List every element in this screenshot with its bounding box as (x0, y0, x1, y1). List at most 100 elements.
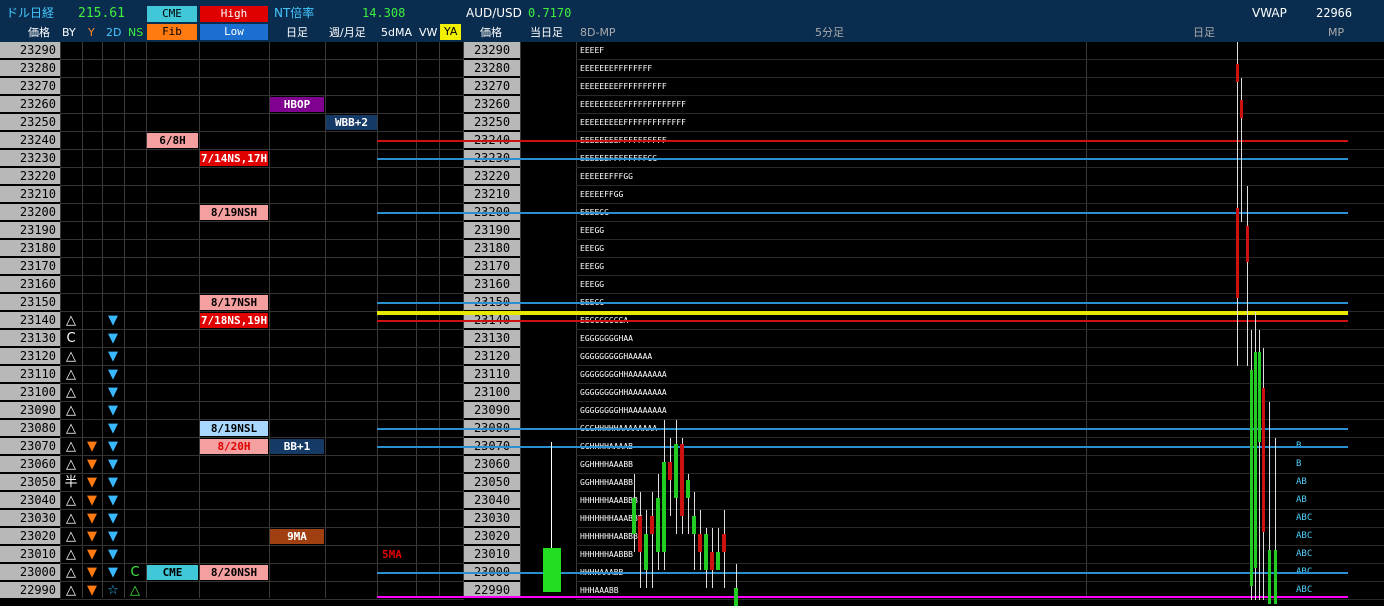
price-cell-center: 23260 (464, 96, 520, 113)
col-daily: 日足 (286, 26, 308, 39)
price-cell-left: 23000 (0, 564, 60, 581)
2d-mark: ▼ (108, 403, 118, 418)
grid-row-line (60, 257, 464, 258)
candle-body (680, 444, 684, 516)
grid-row-line (60, 239, 464, 240)
tpo-row: GGGGGGGGHHAAAAAAAA (580, 388, 667, 397)
col-5min: 5分足 (815, 26, 844, 39)
by-mark: △ (66, 529, 76, 544)
tpo-row: EEEEEEEEFFFFFFFFFF (580, 82, 667, 91)
2d-mark: ▼ (108, 331, 118, 346)
2d-mark: ▼ (108, 457, 118, 472)
price-cell-center: 23220 (464, 168, 520, 185)
col-2d: 2D (106, 26, 122, 39)
price-cell-left: 23150 (0, 294, 60, 311)
grid-row-line (60, 95, 464, 96)
ns-mark: C (130, 565, 140, 580)
tag-wbb2: WBB+2 (326, 115, 377, 130)
col-5dma: 5dMA (381, 26, 412, 39)
by-mark: △ (66, 349, 76, 364)
grid-row-line-right (576, 185, 1384, 186)
tag-cme: CME (147, 565, 198, 580)
grid-row-line-right (576, 149, 1384, 150)
candle-body (632, 498, 636, 534)
grid-row-line-right (576, 329, 1384, 330)
grid-row-line-right (576, 221, 1384, 222)
by-mark: △ (66, 493, 76, 508)
candle-body (734, 588, 738, 606)
price-cell-center: 23280 (464, 60, 520, 77)
by-mark: △ (66, 547, 76, 562)
2d-mark: ▼ (108, 385, 118, 400)
grid-row-line-right (576, 293, 1384, 294)
price-cell-left: 23190 (0, 222, 60, 239)
tpo-row: EEEEEEEFFFFFFFF (580, 64, 653, 73)
grid-row-line (60, 293, 464, 294)
2d-mark: ▼ (108, 493, 118, 508)
yellow-va-line (377, 311, 1348, 315)
grid-row-line-right (576, 131, 1384, 132)
mp-row: ABC (1296, 513, 1313, 523)
2d-mark: ▼ (108, 439, 118, 454)
tpo-row: HHHHHHHAABBB (580, 532, 638, 541)
grid-row-line (60, 131, 464, 132)
high-button[interactable]: High (200, 6, 268, 22)
by-mark: △ (66, 457, 76, 472)
grid-row-line-right (576, 77, 1384, 78)
price-cell-center: 23010 (464, 546, 520, 563)
tag-8-19nsl: 8/19NSL (200, 421, 268, 436)
price-cell-left: 23040 (0, 492, 60, 509)
tpo-row: GGGGGGGGHHAAAAAAAA (580, 406, 667, 415)
grid-row-line-right (576, 167, 1384, 168)
price-cell-left: 23070 (0, 438, 60, 455)
low-button[interactable]: Low (200, 24, 268, 40)
candle-body (692, 516, 696, 534)
price-cell-left: 23170 (0, 258, 60, 275)
grid-row-line (60, 77, 464, 78)
daily-candle-body (1262, 388, 1265, 532)
tag-7-18ns: 7/18NS,19H (200, 313, 268, 328)
2d-mark: ▼ (108, 511, 118, 526)
price-cell-center: 23100 (464, 384, 520, 401)
col-ya-button[interactable]: YA (440, 24, 462, 40)
grid-row-line (60, 167, 464, 168)
cme-button[interactable]: CME (147, 6, 197, 22)
blue-level-line (377, 572, 1348, 574)
price-cell-left: 22990 (0, 582, 60, 599)
price-cell-left: 23100 (0, 384, 60, 401)
price-cell-center: 23210 (464, 186, 520, 203)
candle-body (716, 552, 720, 570)
y-mark: ▼ (87, 565, 97, 580)
tag-hbop: HBOP (270, 97, 324, 112)
blue-level-line (377, 212, 1348, 214)
candle-body (686, 480, 690, 498)
price-cell-left: 23020 (0, 528, 60, 545)
daily-candle-wick (1247, 186, 1248, 366)
mp-row: AB (1296, 477, 1307, 487)
audusd-value: 0.7170 (528, 6, 572, 20)
price-cell-left: 23130 (0, 330, 60, 347)
tpo-row: GGHHHHAAABB (580, 478, 633, 487)
nt-ratio-label: NT倍率 (274, 6, 315, 20)
candle-body (698, 534, 702, 552)
grid-row-line (60, 149, 464, 150)
y-mark: ▼ (87, 457, 97, 472)
tpo-row: EEEEEEEEEFFFFFFFFFFFFF (580, 118, 686, 127)
2d-mark: ☆ (107, 583, 119, 598)
fib-button[interactable]: Fib (147, 24, 197, 40)
by-mark: C (66, 331, 76, 346)
candle-body (662, 462, 666, 552)
daily-candle-body (1236, 208, 1239, 298)
price-cell-left: 23160 (0, 276, 60, 293)
2d-mark: ▼ (108, 367, 118, 382)
price-cell-left: 23250 (0, 114, 60, 131)
2d-mark: ▼ (108, 529, 118, 544)
tpo-row: HHHHHHAAABBB (580, 496, 638, 505)
daily-candle-body (1254, 352, 1257, 568)
col-daily2: 日足 (1193, 26, 1215, 39)
y-mark: ▼ (87, 475, 97, 490)
candle-body (722, 534, 726, 552)
2d-mark: ▼ (108, 565, 118, 580)
price-cell-left: 23030 (0, 510, 60, 527)
price-cell-left: 23180 (0, 240, 60, 257)
